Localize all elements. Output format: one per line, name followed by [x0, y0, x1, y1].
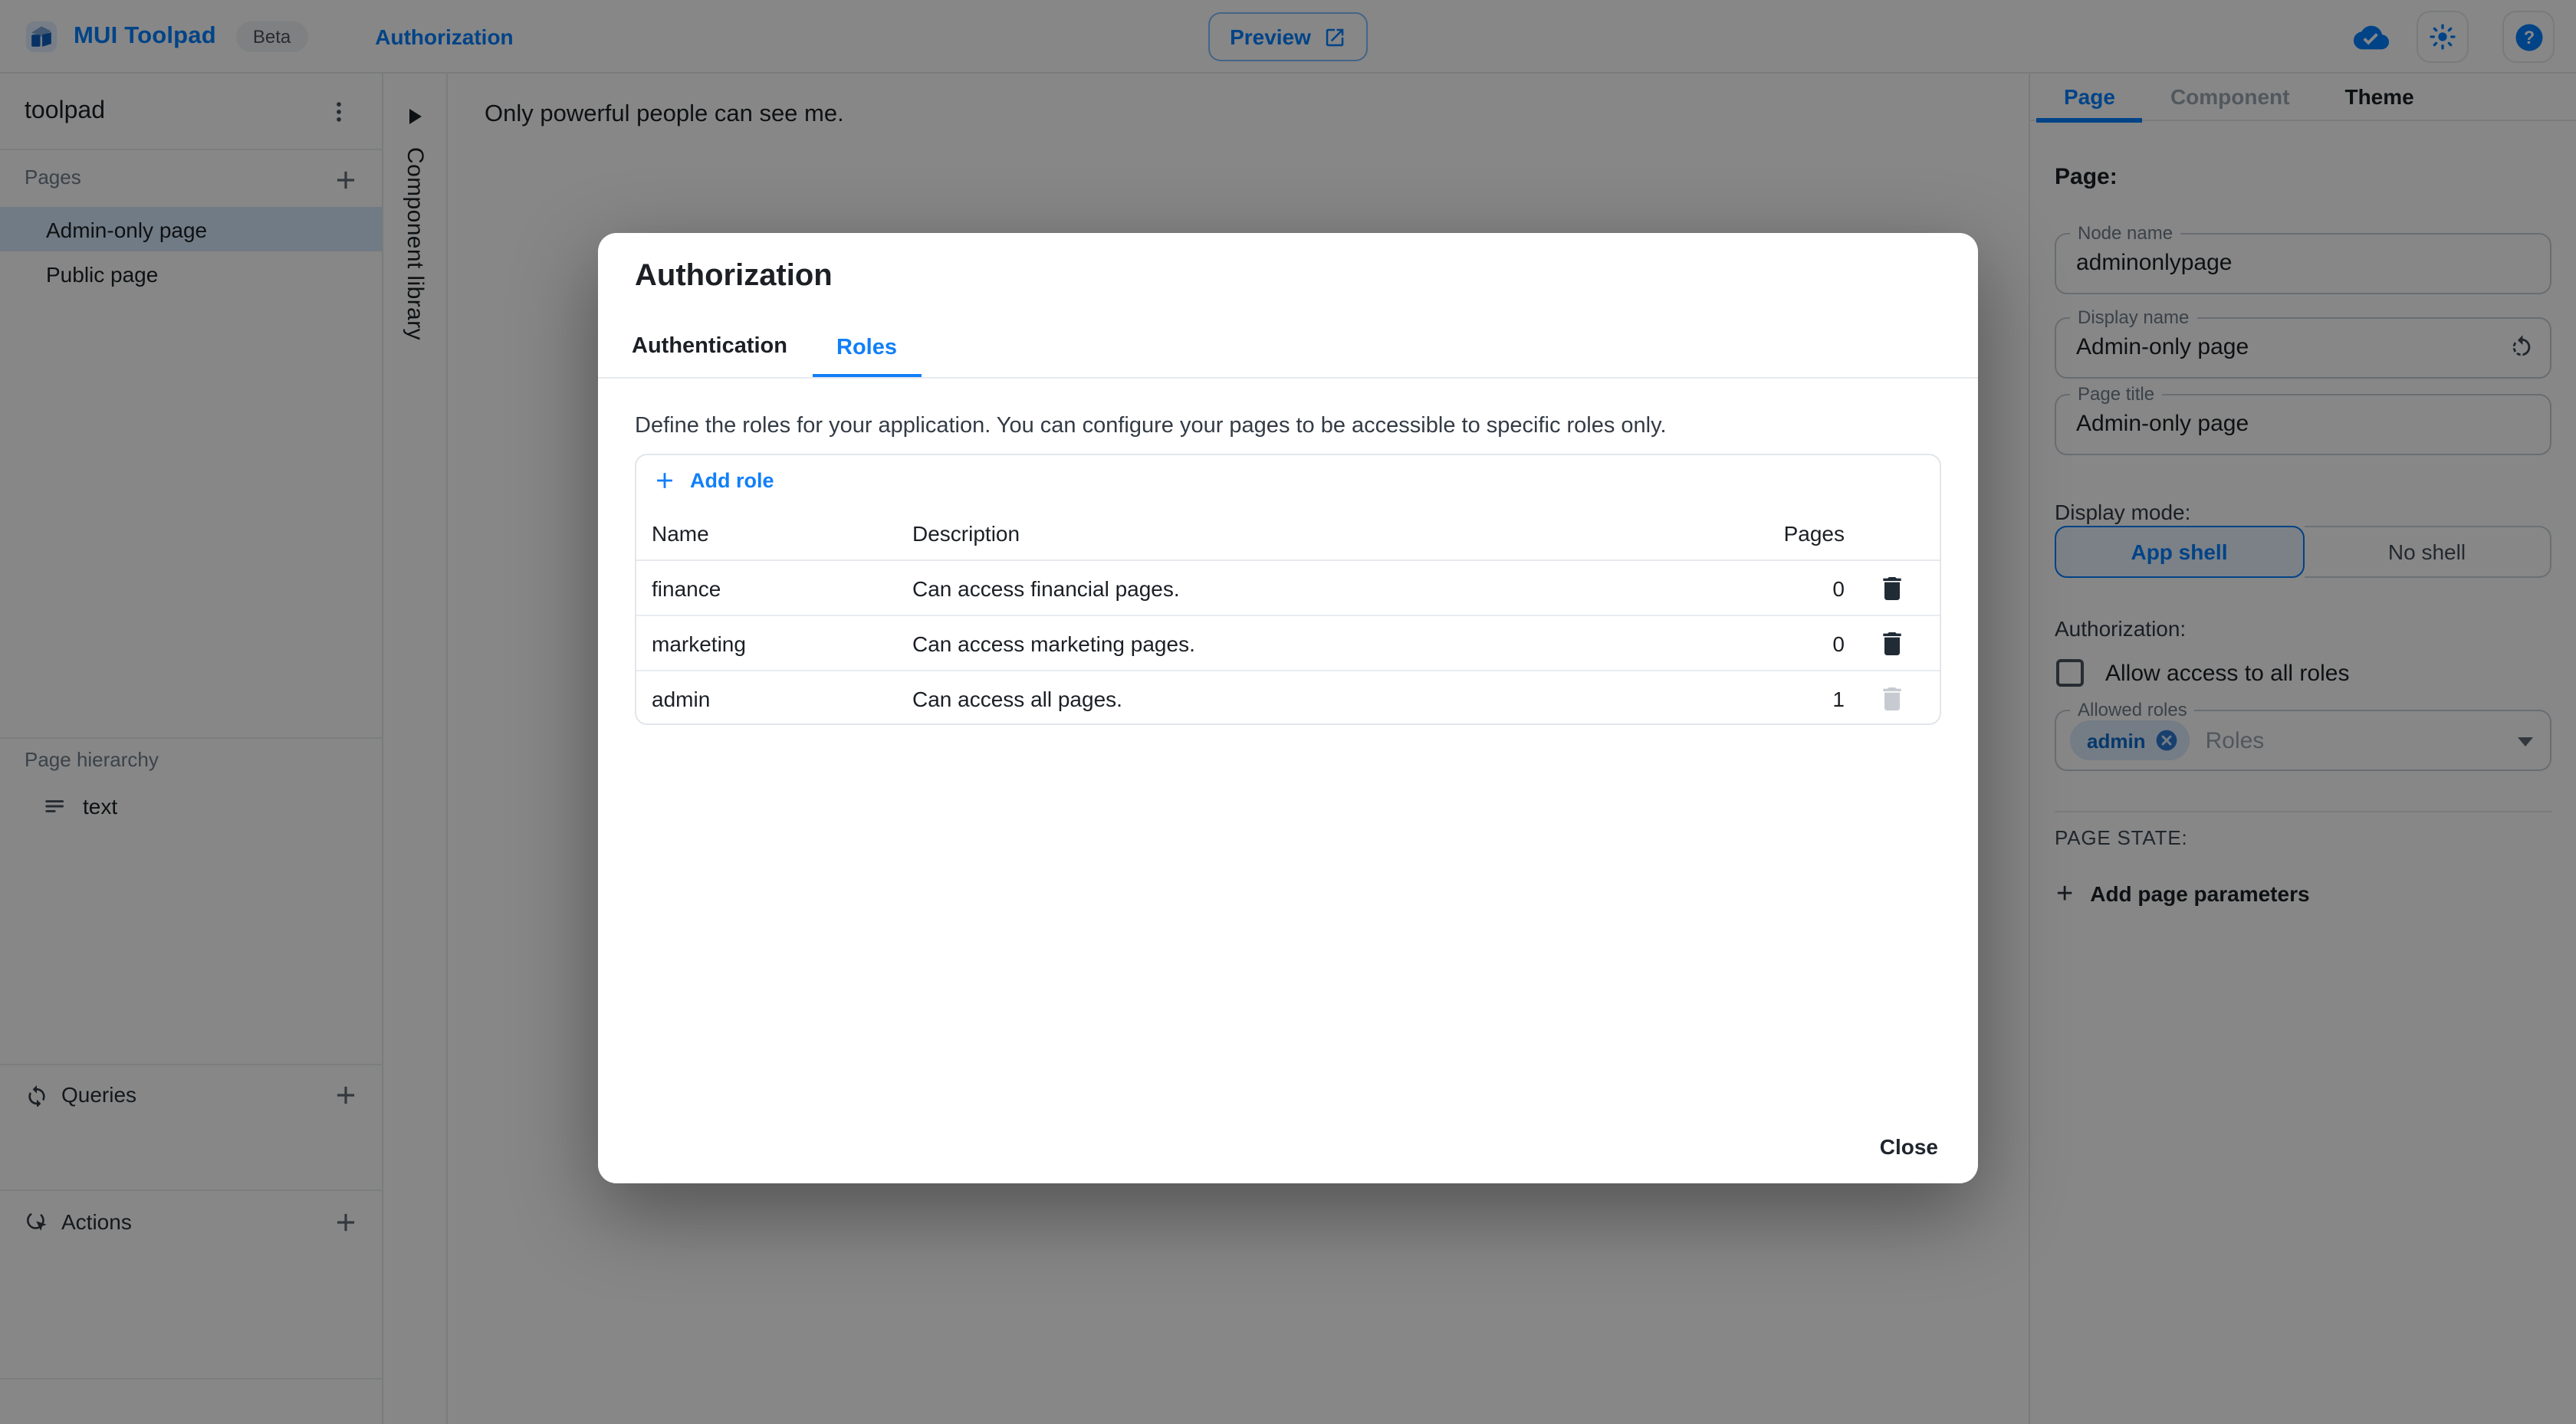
role-pages-count: 0	[1832, 631, 1845, 655]
delete-role-button[interactable]	[1874, 569, 1911, 606]
table-toolbar: Add role	[636, 455, 1940, 506]
role-description[interactable]: Can access marketing pages.	[897, 631, 1691, 655]
column-header-description[interactable]: Description	[897, 520, 1691, 545]
dialog-title: Authorization	[635, 259, 833, 293]
role-pages-count: 1	[1832, 687, 1845, 711]
add-role-button[interactable]: Add role	[652, 468, 774, 494]
role-description[interactable]: Can access financial pages.	[897, 576, 1691, 600]
table-row[interactable]: marketing Can access marketing pages. 0	[636, 616, 1940, 671]
column-header-pages[interactable]: Pages	[1691, 520, 1845, 545]
role-pages-count: 0	[1832, 576, 1845, 600]
role-description[interactable]: Can access all pages.	[897, 687, 1691, 711]
tab-roles[interactable]: Roles	[812, 335, 922, 377]
table-row[interactable]: admin Can access all pages. 1	[636, 671, 1940, 723]
delete-role-button-disabled	[1874, 681, 1911, 717]
role-name[interactable]: finance	[636, 576, 897, 600]
roles-table: Add role Name Description Pages finance …	[635, 454, 1941, 725]
app-root: MUI Toolpad Beta Authorization Preview ?…	[0, 0, 2576, 1424]
role-name[interactable]: marketing	[636, 631, 897, 655]
dialog-description: Define the roles for your application. Y…	[635, 414, 1667, 438]
close-dialog-button[interactable]: Close	[1865, 1125, 1953, 1168]
tab-authentication[interactable]: Authentication	[607, 334, 812, 377]
column-header-name[interactable]: Name	[636, 520, 897, 545]
authorization-dialog: Authorization Authentication Roles Defin…	[598, 233, 1978, 1183]
role-name[interactable]: admin	[636, 687, 897, 711]
table-header-row: Name Description Pages	[636, 506, 1940, 561]
delete-role-button[interactable]	[1874, 625, 1911, 661]
dialog-tabs: Authentication Roles	[598, 310, 1978, 379]
table-row[interactable]: finance Can access financial pages. 0	[636, 561, 1940, 616]
